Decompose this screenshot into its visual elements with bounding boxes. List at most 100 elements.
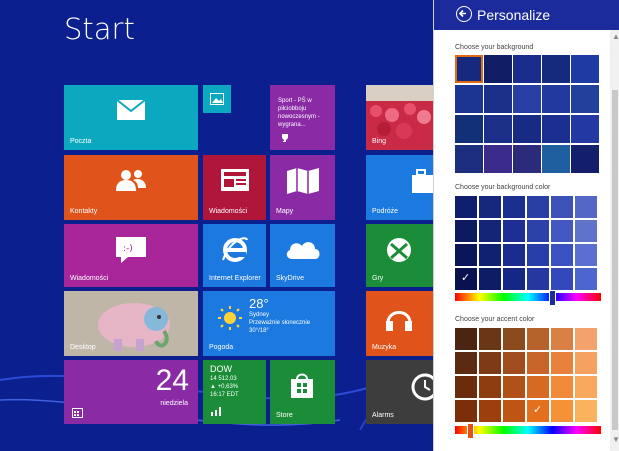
scroll-down-icon[interactable]: ▼ xyxy=(612,435,619,444)
color-swatch[interactable] xyxy=(575,220,597,242)
music-tile[interactable]: Muzyka xyxy=(366,291,433,356)
color-swatch[interactable] xyxy=(503,400,525,422)
color-swatch[interactable] xyxy=(455,196,477,218)
color-swatch[interactable] xyxy=(551,268,573,290)
background-option[interactable] xyxy=(571,55,599,83)
color-swatch[interactable]: ✓ xyxy=(455,268,477,290)
color-swatch[interactable] xyxy=(455,328,477,350)
weather-tile[interactable]: 28° Sydney Przeważnie słonecznie 30°/18°… xyxy=(203,291,335,356)
games-tile[interactable]: Gry xyxy=(366,224,433,287)
color-swatch[interactable] xyxy=(527,220,549,242)
color-swatch[interactable] xyxy=(503,268,525,290)
bing-tile[interactable]: Bing xyxy=(366,85,433,150)
background-option[interactable] xyxy=(513,115,541,143)
color-swatch[interactable] xyxy=(479,400,501,422)
background-option[interactable] xyxy=(513,85,541,113)
weather-condition: Przeważnie słonecznie xyxy=(249,320,311,326)
background-option[interactable] xyxy=(542,145,570,173)
desktop-tile[interactable]: Desktop xyxy=(64,291,198,356)
background-option[interactable] xyxy=(571,115,599,143)
color-swatch[interactable] xyxy=(551,196,573,218)
color-swatch[interactable] xyxy=(503,220,525,242)
accent-slider-handle[interactable] xyxy=(467,423,474,439)
alarms-tile[interactable]: Alarms xyxy=(366,360,433,424)
color-swatch[interactable] xyxy=(527,376,549,398)
bg-color-slider[interactable] xyxy=(455,290,601,306)
color-swatch[interactable] xyxy=(527,268,549,290)
color-swatch[interactable] xyxy=(503,196,525,218)
color-swatch[interactable] xyxy=(551,220,573,242)
background-option[interactable] xyxy=(542,115,570,143)
color-swatch[interactable] xyxy=(479,196,501,218)
background-option[interactable] xyxy=(455,145,483,173)
gamepad-icon xyxy=(387,238,411,262)
accent-color-slider[interactable] xyxy=(455,423,601,439)
alarms-label: Alarms xyxy=(372,412,394,419)
color-swatch[interactable] xyxy=(455,376,477,398)
color-swatch[interactable] xyxy=(479,328,501,350)
background-option[interactable] xyxy=(571,145,599,173)
sport-tile[interactable]: Sport - PŚ w piłciobboju nowoczesnym - w… xyxy=(270,85,335,150)
news-tile[interactable]: Wiadomości xyxy=(203,155,266,220)
color-swatch[interactable] xyxy=(479,376,501,398)
color-swatch[interactable] xyxy=(575,244,597,266)
color-swatch[interactable] xyxy=(503,376,525,398)
color-swatch[interactable] xyxy=(455,244,477,266)
background-option[interactable] xyxy=(484,115,512,143)
background-option[interactable] xyxy=(484,145,512,173)
color-swatch[interactable] xyxy=(479,244,501,266)
calendar-tile[interactable]: 24 niedziela xyxy=(64,360,198,424)
finance-tile[interactable]: DOW 14 512,03 ▲ +0,63% 16:17 EDT xyxy=(203,360,266,424)
color-swatch[interactable] xyxy=(527,196,549,218)
maps-tile[interactable]: Mapy xyxy=(270,155,335,220)
background-option[interactable] xyxy=(542,85,570,113)
store-tile[interactable]: Store xyxy=(270,360,335,424)
color-swatch[interactable] xyxy=(455,220,477,242)
scrollbar-thumb[interactable] xyxy=(612,90,618,430)
scroll-up-icon[interactable]: ▲ xyxy=(612,32,619,41)
color-swatch[interactable] xyxy=(503,328,525,350)
contacts-tile[interactable]: Kontakty xyxy=(64,155,198,220)
background-option[interactable] xyxy=(455,55,483,83)
color-swatch[interactable] xyxy=(503,352,525,374)
color-swatch[interactable] xyxy=(551,376,573,398)
mail-tile[interactable]: Poczta xyxy=(64,85,198,150)
ie-tile[interactable]: Internet Explorer xyxy=(203,224,266,287)
color-swatch[interactable] xyxy=(455,400,477,422)
color-swatch[interactable] xyxy=(551,352,573,374)
photos-tile[interactable] xyxy=(203,85,231,113)
color-swatch[interactable] xyxy=(479,220,501,242)
background-option[interactable] xyxy=(455,115,483,143)
back-button[interactable] xyxy=(456,6,472,22)
map-icon xyxy=(287,168,319,194)
color-swatch[interactable] xyxy=(575,352,597,374)
panel-scrollbar[interactable]: ▲ ▼ xyxy=(610,30,619,451)
color-swatch[interactable] xyxy=(575,376,597,398)
background-option[interactable] xyxy=(513,55,541,83)
bg-slider-handle[interactable] xyxy=(549,290,556,306)
messaging-tile[interactable]: :-) Wiadomości xyxy=(64,224,198,287)
skydrive-tile[interactable]: SkyDrive xyxy=(270,224,335,287)
color-swatch[interactable] xyxy=(575,400,597,422)
color-swatch[interactable] xyxy=(527,244,549,266)
color-swatch[interactable] xyxy=(527,328,549,350)
color-swatch[interactable]: ✓ xyxy=(527,400,549,422)
background-option[interactable] xyxy=(484,85,512,113)
color-swatch[interactable] xyxy=(551,328,573,350)
color-swatch[interactable] xyxy=(479,268,501,290)
background-option[interactable] xyxy=(484,55,512,83)
background-option[interactable] xyxy=(542,55,570,83)
color-swatch[interactable] xyxy=(527,352,549,374)
color-swatch[interactable] xyxy=(551,400,573,422)
color-swatch[interactable] xyxy=(551,244,573,266)
color-swatch[interactable] xyxy=(575,268,597,290)
color-swatch[interactable] xyxy=(503,244,525,266)
background-option[interactable] xyxy=(571,85,599,113)
background-option[interactable] xyxy=(455,85,483,113)
color-swatch[interactable] xyxy=(479,352,501,374)
travel-tile[interactable]: Podróże xyxy=(366,155,433,220)
color-swatch[interactable] xyxy=(575,196,597,218)
background-option[interactable] xyxy=(513,145,541,173)
color-swatch[interactable] xyxy=(575,328,597,350)
color-swatch[interactable] xyxy=(455,352,477,374)
